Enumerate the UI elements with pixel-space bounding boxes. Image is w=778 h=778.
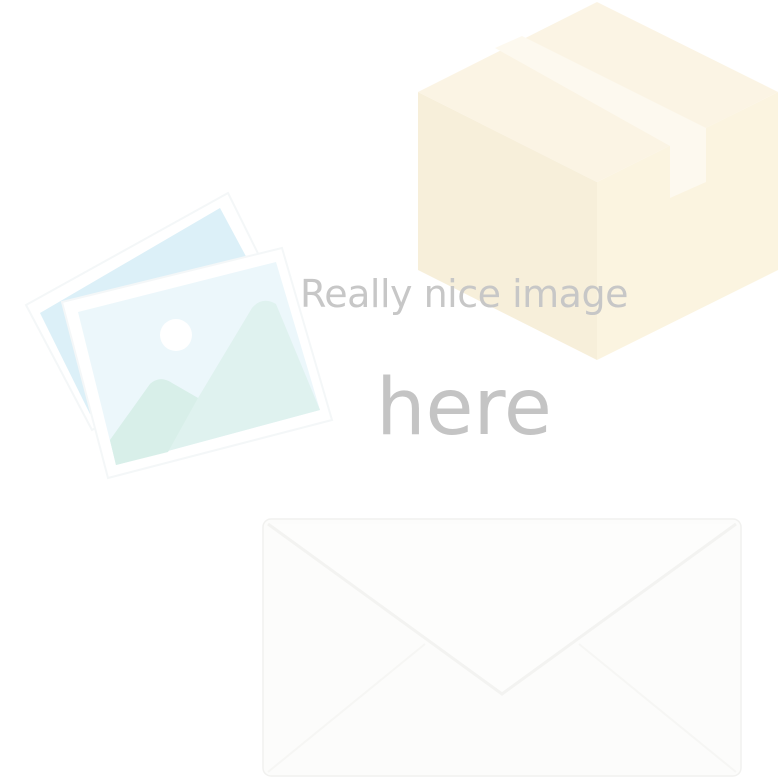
placeholder-caption-line2: here (376, 363, 552, 453)
placeholder-image: Really nice image here (0, 0, 778, 778)
photos-icon (24, 191, 334, 480)
placeholder-caption-line1: Really nice image (300, 272, 628, 316)
envelope-icon (262, 518, 742, 777)
